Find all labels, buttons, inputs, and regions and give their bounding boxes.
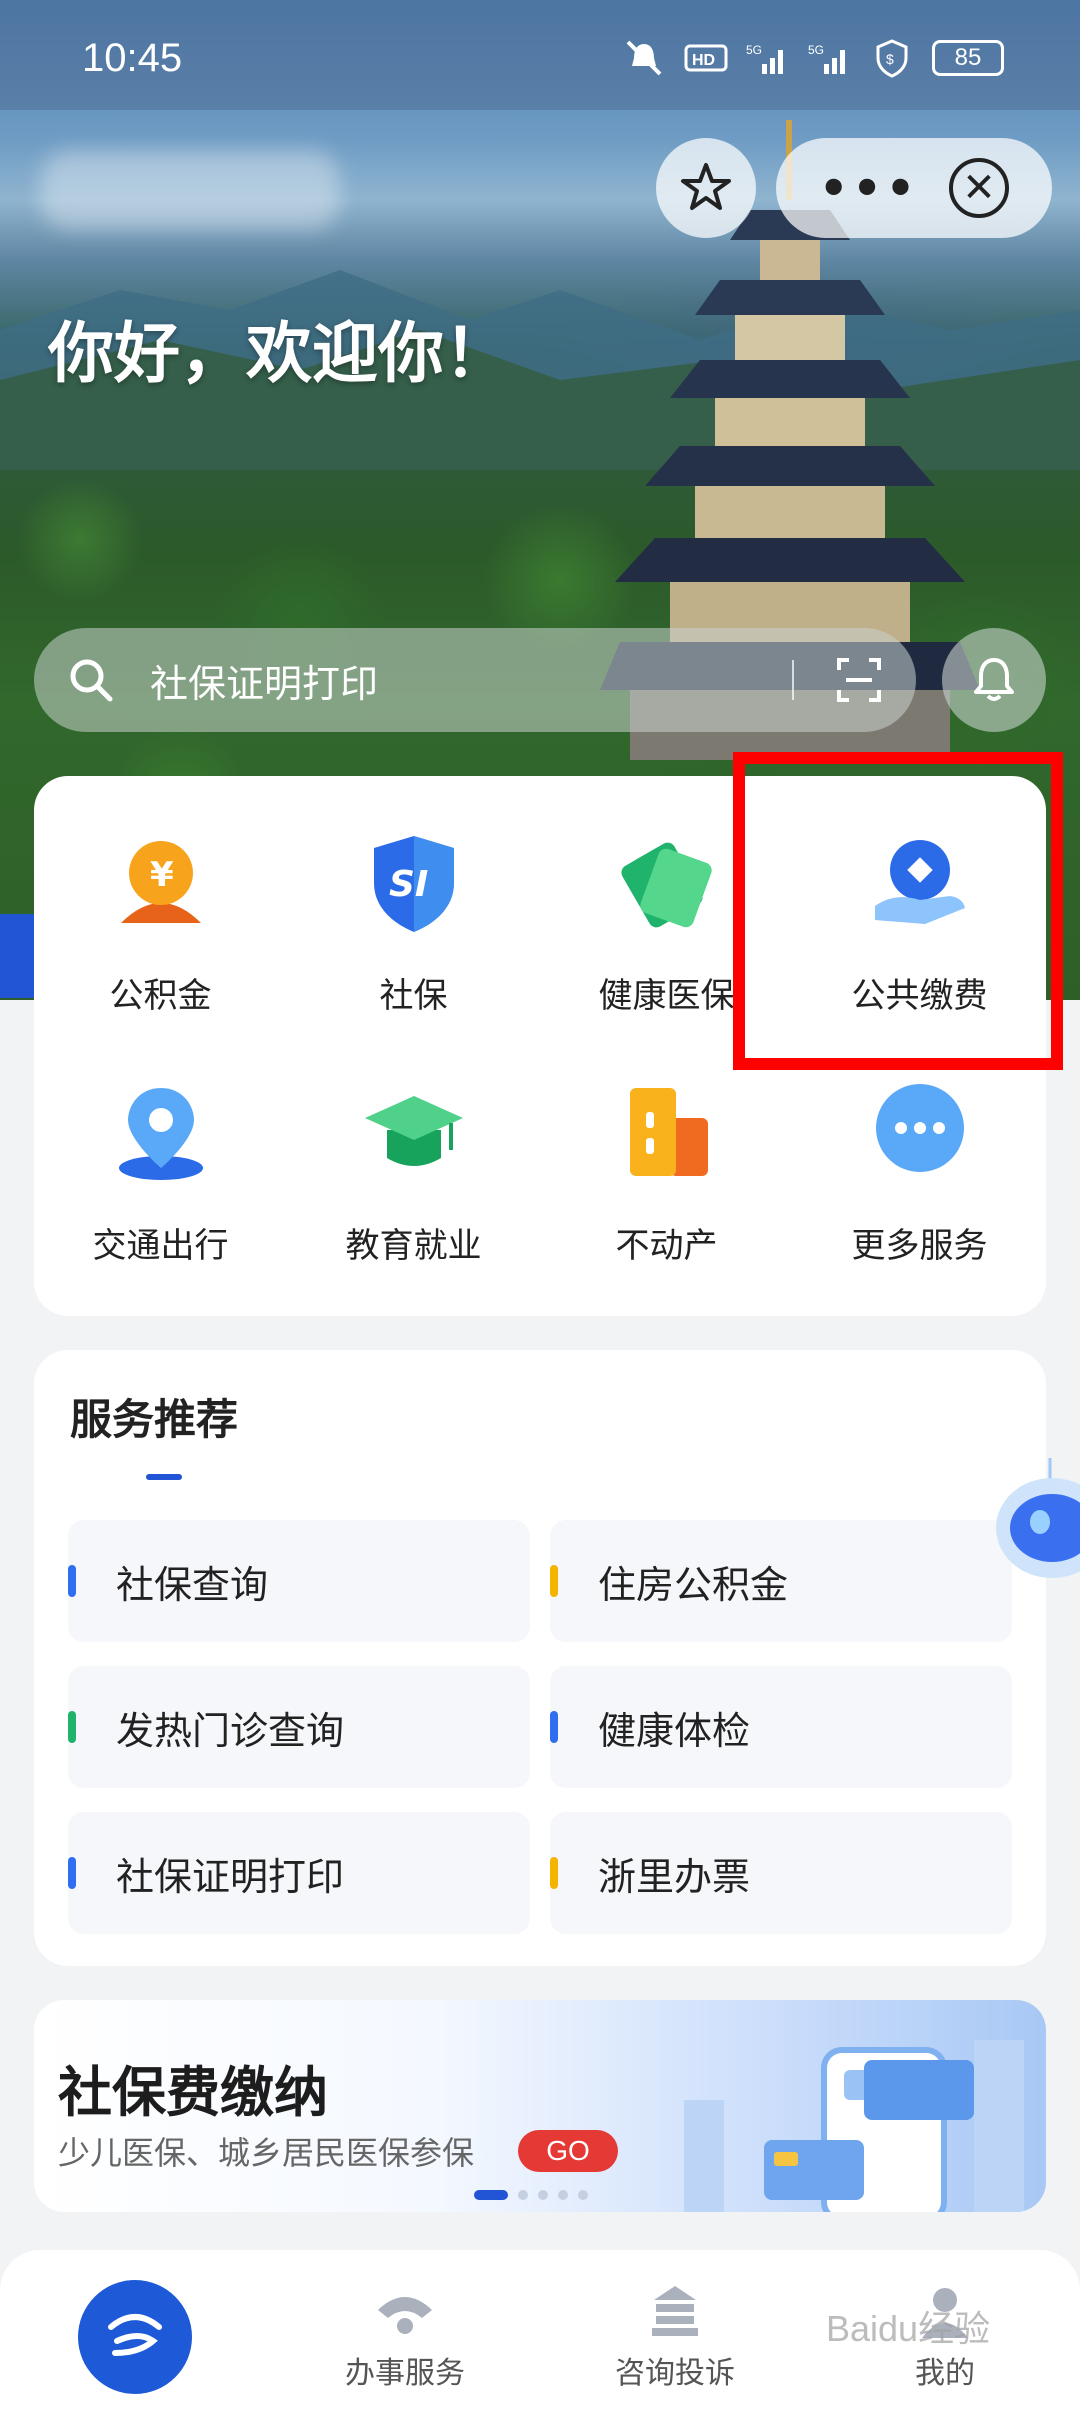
item-color-bar: [68, 1565, 76, 1597]
battery-icon: 85: [932, 40, 1004, 76]
assistant-robot-icon[interactable]: [990, 1458, 1080, 1588]
search-input[interactable]: 社保证明打印: [150, 653, 792, 708]
search-bar[interactable]: 社保证明打印: [34, 628, 916, 732]
watermark: Baidu经验: [826, 2308, 991, 2349]
search-icon: [70, 659, 113, 702]
nav-service[interactable]: 办事服务: [270, 2250, 540, 2412]
item-color-bar: [68, 1711, 76, 1743]
nav-consult[interactable]: 咨询投诉: [540, 2250, 810, 2412]
recommend-item-label: 社保查询: [116, 1562, 269, 1607]
mini-program-capsule: ••• ✕: [776, 138, 1052, 238]
star-icon: [681, 163, 731, 210]
service-housing-fund[interactable]: ¥ 公积金: [34, 776, 287, 1026]
highlight-annotation-box: [733, 752, 1063, 1070]
service-icon: [378, 2297, 432, 2334]
svg-text:¥: ¥: [150, 855, 174, 895]
carousel-dot: [538, 2190, 548, 2200]
service-label: 社保: [379, 976, 448, 1016]
health-insurance-icon: [620, 842, 712, 928]
social-security-icon: SI: [373, 836, 454, 932]
recommend-title: 服务推荐: [70, 1395, 239, 1444]
nav-label: 办事服务: [345, 2356, 465, 2391]
svg-text:HD: HD: [692, 52, 715, 69]
home-icon: [108, 2314, 162, 2356]
more-icon[interactable]: •••: [819, 161, 919, 215]
recommend-item[interactable]: 住房公积金: [550, 1520, 1012, 1642]
transport-icon: [118, 1088, 203, 1180]
close-icon[interactable]: ✕: [949, 158, 1010, 218]
status-time: 10:45: [82, 36, 183, 80]
service-transport[interactable]: 交通出行: [34, 1026, 287, 1276]
shield-icon: $: [876, 39, 908, 78]
recommend-item[interactable]: 浙里办票: [550, 1812, 1012, 1934]
recommend-item[interactable]: 健康体检: [550, 1666, 1012, 1788]
home-tab[interactable]: [78, 2280, 192, 2394]
signal-5g-icon-2: 5G: [808, 43, 845, 74]
recommend-item-label: 发热门诊查询: [116, 1708, 345, 1753]
search-divider: [792, 660, 794, 700]
service-label: 健康医保: [598, 976, 735, 1016]
service-recommend-card: 服务推荐 社保查询 住房公积金 发热门诊查询 健康体检 社保证明打印 浙里办票: [34, 1350, 1046, 1966]
item-color-bar: [68, 1857, 76, 1889]
service-label: 交通出行: [92, 1226, 229, 1266]
svg-text:SI: SI: [389, 864, 428, 905]
recommend-item-label: 住房公积金: [598, 1562, 789, 1607]
hd-icon: HD: [684, 44, 728, 72]
recommend-item-label: 健康体检: [598, 1708, 751, 1753]
recommend-title-underline: [146, 1474, 182, 1480]
consult-icon: [652, 2286, 698, 2336]
service-label: 不动产: [615, 1226, 718, 1266]
greeting-text: 你好，欢迎你！: [48, 315, 510, 392]
service-social-security[interactable]: SI 社保: [287, 776, 540, 1026]
carousel-dot: [474, 2190, 508, 2200]
carousel-dots: [474, 2190, 588, 2200]
recommend-item-label: 浙里办票: [598, 1854, 751, 1899]
recommend-item-label: 社保证明打印: [116, 1854, 345, 1899]
favorite-button[interactable]: [656, 138, 756, 238]
promo-banner[interactable]: 社保费缴纳 少儿医保、城乡居民医保参保 GO: [34, 2000, 1046, 2212]
item-color-bar: [550, 1711, 558, 1743]
carousel-dot: [518, 2190, 528, 2200]
nav-label: 咨询投诉: [615, 2356, 735, 2391]
scan-icon[interactable]: [834, 655, 884, 705]
item-color-bar: [550, 1565, 558, 1597]
status-icons: HD 5G 5G $ 85: [622, 38, 1004, 78]
blurred-title: [40, 150, 340, 230]
banner-title: 社保费缴纳: [58, 2061, 328, 2124]
mute-icon: [626, 40, 662, 76]
item-color-bar: [550, 1857, 558, 1889]
svg-text:5G: 5G: [808, 43, 824, 57]
svg-text:$: $: [886, 51, 894, 67]
housing-fund-icon: ¥: [120, 841, 201, 923]
bell-icon: [974, 658, 1014, 701]
signal-5g-icon: 5G: [746, 43, 783, 74]
svg-text:5G: 5G: [746, 43, 762, 57]
banner-subtitle: 少儿医保、城乡居民医保参保: [58, 2134, 475, 2172]
carousel-dot: [558, 2190, 568, 2200]
service-label: 教育就业: [345, 1226, 482, 1266]
side-accent-strip: [0, 914, 36, 998]
real-estate-icon: [629, 1088, 708, 1176]
status-bar: 10:45 HD 5G 5G $ 85: [0, 0, 1080, 110]
service-education[interactable]: 教育就业: [287, 1026, 540, 1276]
recommend-item[interactable]: 社保证明打印: [68, 1812, 530, 1934]
service-label: 更多服务: [851, 1226, 988, 1266]
recommend-item[interactable]: 社保查询: [68, 1520, 530, 1642]
phone-card-illustration: [684, 2040, 1024, 2212]
education-icon: [364, 1096, 463, 1166]
carousel-dot: [578, 2190, 588, 2200]
notification-button[interactable]: [942, 628, 1046, 732]
service-label: 公积金: [109, 976, 212, 1016]
nav-label: 我的: [915, 2356, 975, 2391]
more-services-icon: [875, 1084, 964, 1172]
go-badge[interactable]: GO: [518, 2130, 618, 2172]
recommend-item[interactable]: 发热门诊查询: [68, 1666, 530, 1788]
